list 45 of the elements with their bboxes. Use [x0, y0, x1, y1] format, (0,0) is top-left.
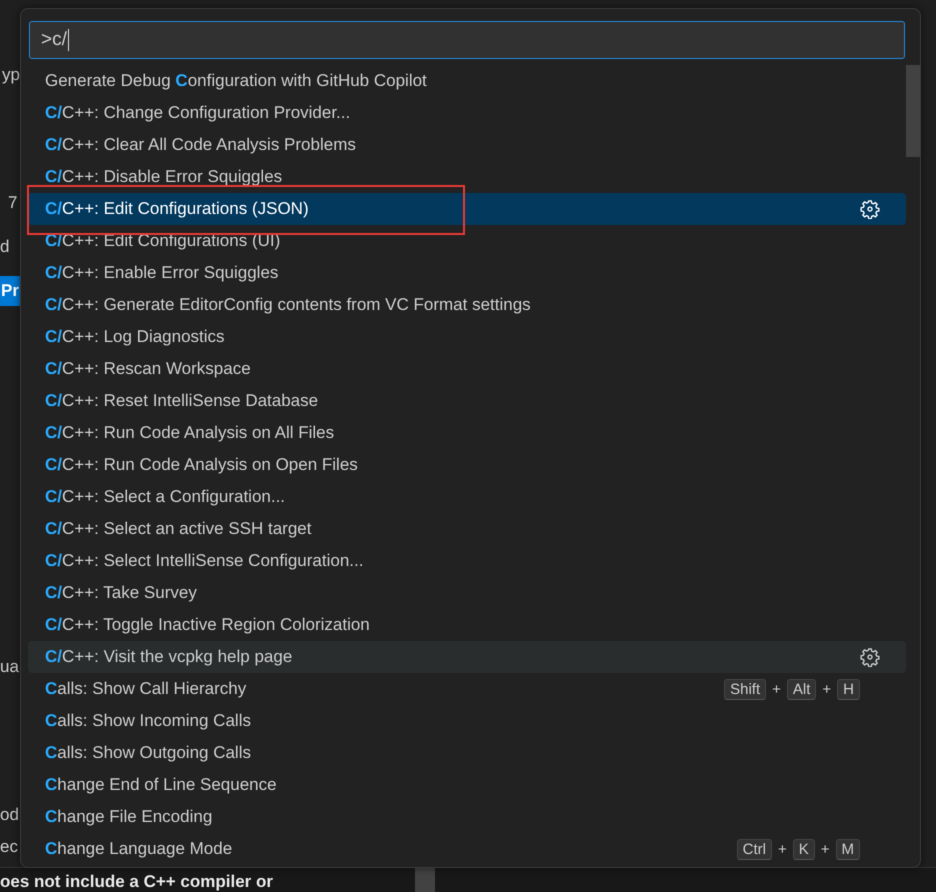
- settings-icon[interactable]: [860, 647, 880, 667]
- command-item[interactable]: Calls: Show Incoming Calls: [28, 705, 906, 737]
- command-item[interactable]: C/C++: Toggle Inactive Region Colorization: [28, 609, 906, 641]
- command-item[interactable]: C/C++: Disable Error Squiggles: [28, 161, 906, 193]
- command-item[interactable]: C/C++: Log Diagnostics: [28, 321, 906, 353]
- command-item[interactable]: C/C++: Rescan Workspace: [28, 353, 906, 385]
- command-item[interactable]: C/C++: Select an active SSH target: [28, 513, 906, 545]
- command-item[interactable]: Generate Debug Configuration with GitHub Copilot: [28, 65, 906, 97]
- plus-sign: +: [778, 840, 787, 858]
- command-item[interactable]: C/C++: Run Code Analysis on All Files: [28, 417, 906, 449]
- keybinding-key: M: [836, 838, 860, 860]
- editor-text: ec: [0, 836, 18, 858]
- editor-text: 7: [8, 192, 18, 214]
- plus-sign: +: [820, 840, 830, 858]
- button[interactable]: Pr: [0, 276, 20, 306]
- command-item[interactable]: C/C++: Clear All Code Analysis Problems: [28, 129, 906, 161]
- command-item[interactable]: Calls: Show Outgoing Calls: [28, 737, 906, 769]
- command-item[interactable]: C/C++: Change Configuration Provider...: [28, 97, 906, 129]
- keybinding-key: H: [837, 678, 860, 700]
- command-item[interactable]: C/C++: Select IntelliSense Configuration...: [28, 545, 906, 577]
- editor-text: yp: [2, 64, 20, 86]
- command-item[interactable]: Calls: Show Call Hierarchy Shift + Alt + H: [28, 673, 906, 705]
- keybinding-key: K: [792, 838, 815, 860]
- command-item[interactable]: Change File Encoding: [28, 801, 906, 833]
- editor-text: oes not include a C++ compiler or: [0, 872, 274, 892]
- editor-text: od: [0, 804, 19, 826]
- editor-text: ua: [0, 656, 19, 678]
- command-item[interactable]: C/C++: Run Code Analysis on Open Files: [28, 449, 906, 481]
- keybinding-key: Ctrl: [736, 838, 772, 860]
- command-item[interactable]: C/C++: Reset IntelliSense Database: [28, 385, 906, 417]
- plus-sign: +: [822, 680, 832, 698]
- editor-text: d: [0, 236, 10, 258]
- plus-sign: +: [772, 680, 781, 698]
- command-item[interactable]: C/C++: Select a Configuration...: [28, 481, 906, 513]
- command-item[interactable]: C/C++: Enable Error Squiggles: [28, 257, 906, 289]
- command-item[interactable]: C/C++: Take Survey: [28, 577, 906, 609]
- scroll-thumb[interactable]: [415, 868, 435, 892]
- command-input[interactable]: >c/: [29, 21, 905, 59]
- command-item[interactable]: C/C++: Generate EditorConfig contents from VC Format settings: [28, 289, 906, 321]
- command-item[interactable]: Change Language Mode Ctrl + K + M: [28, 833, 906, 865]
- keybinding-key: Shift: [724, 678, 766, 700]
- command-item[interactable]: C/C++: Edit Configurations (JSON): [28, 193, 906, 225]
- command-item[interactable]: C/C++: Visit the vcpkg help page: [28, 641, 906, 673]
- command-item[interactable]: Change End of Line Sequence: [28, 769, 906, 801]
- keybinding-key: Alt: [786, 678, 816, 700]
